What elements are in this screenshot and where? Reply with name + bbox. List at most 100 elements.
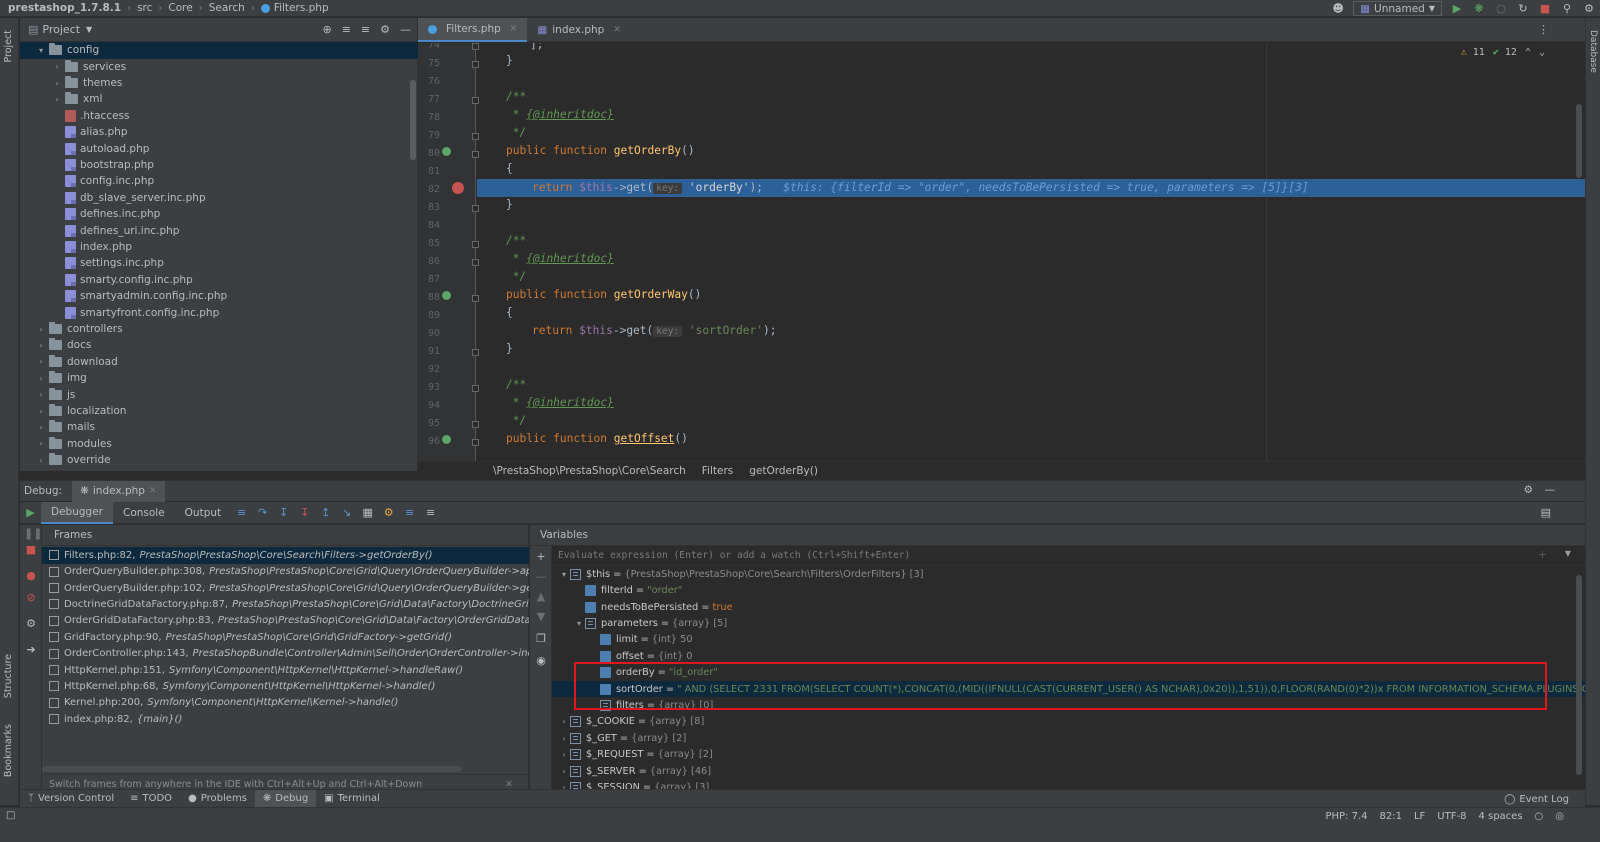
frame-row[interactable]: Kernel.php:200, Symfony\Component\HttpKer… (42, 695, 529, 712)
tab-problems[interactable]: ● Problems (180, 790, 255, 808)
toggle-tool-windows-icon[interactable]: □ (6, 810, 15, 821)
inheritdoc-tag[interactable]: {@inheritdoc} (526, 252, 614, 265)
variable-row[interactable]: filterId = "order" (552, 582, 1585, 599)
breadcrumb-class[interactable]: Filters (702, 465, 733, 477)
tree-item[interactable]: › controllers (20, 321, 418, 338)
function-name[interactable]: getOrderWay (614, 288, 688, 301)
tree-item[interactable]: config.inc.php (20, 173, 418, 190)
inheritdoc-tag[interactable]: {@inheritdoc} (526, 108, 614, 121)
line-number[interactable]: 74 (418, 43, 440, 55)
evaluate-expression-icon[interactable]: ▦ (357, 502, 378, 524)
line-number[interactable]: 92 (418, 361, 440, 379)
view-breakpoints-icon[interactable]: ≡ (399, 502, 420, 524)
fold-marker-icon[interactable] (472, 241, 479, 248)
tree-item[interactable]: db_slave_server.inc.php (20, 190, 418, 207)
tree-item[interactable]: › override (20, 452, 418, 469)
line-number[interactable]: 77 (418, 91, 440, 109)
chevron-down-icon[interactable]: ▾ (573, 619, 585, 628)
stop-icon[interactable]: ■ (1538, 2, 1552, 16)
tab-debugger[interactable]: Debugger (41, 501, 113, 524)
chevron-right-icon[interactable]: › (52, 62, 62, 71)
tree-item[interactable]: ▾ config (20, 42, 418, 59)
fold-marker-icon[interactable] (472, 43, 479, 50)
bookmarks-tool-button[interactable]: Bookmarks (3, 724, 14, 777)
tab-debug[interactable]: ❋ Debug (254, 789, 317, 808)
layout-settings-icon[interactable]: ▤ (1541, 506, 1551, 519)
variables-scrollbar[interactable] (1576, 575, 1582, 775)
line-number[interactable]: 75 (418, 55, 440, 73)
locate-file-icon[interactable]: ⊕ (322, 23, 331, 36)
project-scrollbar[interactable] (410, 80, 416, 160)
view-breakpoints-icon[interactable]: ● (24, 569, 38, 583)
fold-marker-icon[interactable] (472, 439, 479, 446)
line-number[interactable]: 81 (418, 163, 440, 181)
expand-all-icon[interactable]: ≡ (342, 23, 351, 36)
php-version-widget[interactable]: PHP: 7.4 (1325, 811, 1367, 822)
tab-todo[interactable]: ≡ TODO (122, 790, 180, 808)
variable-row[interactable]: ▾ $this = {PrestaShop\PrestaShop\Core\Searc… (552, 566, 1585, 583)
tab-index-php[interactable]: ▦ index.php ✕ (527, 18, 631, 42)
step-over-icon[interactable]: ↷ (252, 502, 273, 524)
line-number[interactable]: 76 (418, 73, 440, 91)
settings-gear-icon[interactable]: ⚙ (1524, 484, 1533, 496)
run-icon[interactable]: ▶ (1450, 2, 1464, 16)
line-number[interactable]: 91 (418, 343, 440, 361)
line-number[interactable]: 93 (418, 379, 440, 397)
line-number[interactable]: 78 (418, 109, 440, 127)
frame-row[interactable]: OrderQueryBuilder.php:308, PrestaShop\Pre… (42, 563, 529, 580)
breadcrumb-project[interactable]: prestashop_1.7.8.1 (8, 2, 121, 14)
add-watch-icon[interactable]: + (1538, 548, 1547, 561)
frame-row[interactable]: index.php:82, {main}() (42, 711, 529, 728)
chevron-right-icon[interactable]: › (36, 407, 46, 416)
fold-marker-icon[interactable] (472, 151, 479, 158)
run-config-select[interactable]: ▦ Unnamed ▼ (1353, 1, 1442, 16)
chevron-right-icon[interactable]: › (36, 325, 46, 334)
implements-method-icon[interactable] (442, 291, 451, 300)
chevron-right-icon[interactable]: › (558, 734, 570, 743)
variable-row[interactable]: ▾ parameters = {array} [5] (552, 615, 1585, 632)
line-number[interactable]: 83 (418, 199, 440, 217)
project-tool-button[interactable]: Project (3, 30, 14, 63)
variable-row[interactable]: needsToBePersisted = true (552, 599, 1585, 616)
line-number[interactable]: 90 (418, 325, 440, 343)
tree-item[interactable]: › themes (20, 75, 418, 92)
line-number[interactable]: 95 (418, 415, 440, 433)
breadcrumb-search[interactable]: Search (209, 2, 245, 14)
implements-method-icon[interactable] (442, 435, 451, 444)
tab-terminal[interactable]: ▣ Terminal (316, 790, 388, 808)
frame-row[interactable]: HttpKernel.php:68, Symfony\Component\Http… (42, 678, 529, 695)
fold-marker-icon[interactable] (472, 421, 479, 428)
chevron-up-icon[interactable]: ⌃ (1525, 47, 1531, 58)
close-icon[interactable]: ✕ (510, 24, 518, 34)
frame-row[interactable]: OrderQueryBuilder.php:102, PrestaShop\Pre… (42, 580, 529, 597)
chevron-right-icon[interactable]: › (36, 374, 46, 383)
chevron-down-icon[interactable]: ▾ (558, 570, 570, 579)
remove-watch-icon[interactable]: — (534, 570, 548, 584)
pause-icon[interactable]: ❚❚ (24, 527, 42, 541)
tree-item[interactable]: › localization (20, 403, 418, 420)
fold-marker-icon[interactable] (472, 295, 479, 302)
fold-marker-icon[interactable] (472, 133, 479, 140)
chevron-right-icon[interactable]: › (52, 95, 62, 104)
close-icon[interactable]: ✕ (149, 486, 157, 496)
chevron-down-icon[interactable]: ▾ (36, 46, 46, 55)
hide-panel-icon[interactable]: — (400, 23, 411, 36)
stop-icon[interactable]: ■ (24, 543, 38, 557)
implements-method-icon[interactable] (442, 147, 451, 156)
close-icon[interactable]: ✕ (613, 25, 621, 35)
tree-item[interactable]: bootstrap.php (20, 157, 418, 174)
copy-icon[interactable]: ❐ (534, 632, 548, 646)
chevron-right-icon[interactable]: › (558, 750, 570, 759)
line-number[interactable]: 84 (418, 217, 440, 235)
project-panel-title[interactable]: Project (42, 23, 80, 36)
chevron-right-icon[interactable]: › (558, 717, 570, 726)
settings-gear-icon[interactable]: ⚙ (380, 23, 390, 36)
view-eye-icon[interactable]: ◉ (534, 654, 548, 668)
step-out-icon[interactable]: ↥ (315, 502, 336, 524)
line-number[interactable]: 86 (418, 253, 440, 271)
run-to-cursor-icon[interactable]: ↘ (336, 502, 357, 524)
chevron-right-icon[interactable]: › (36, 439, 46, 448)
breakpoint-icon[interactable] (452, 182, 464, 194)
file-encoding[interactable]: UTF-8 (1437, 811, 1466, 822)
chevron-down-icon[interactable]: ▼ (1565, 549, 1571, 558)
